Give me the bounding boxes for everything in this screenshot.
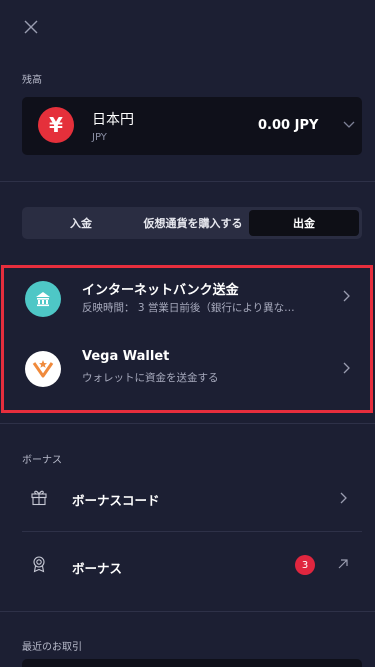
- method-internet-bank[interactable]: インターネットバンク送金 反映時間： 3 営業日前後（銀行により異な…: [4, 268, 370, 338]
- method-subtitle: ウォレットに資金を送金する: [82, 372, 219, 384]
- chevron-right-icon: [340, 492, 347, 504]
- yen-icon: ¥: [38, 107, 74, 143]
- tab-buy-crypto[interactable]: 仮想通貨を購入する: [137, 210, 249, 236]
- withdrawal-methods: インターネットバンク送金 反映時間： 3 営業日前後（銀行により異な… Vega…: [1, 265, 373, 413]
- chevron-right-icon: [343, 362, 350, 374]
- method-title: Vega Wallet: [82, 349, 170, 364]
- divider: [0, 423, 375, 424]
- bonus-code-label: ボーナスコード: [72, 493, 160, 508]
- recent-transactions-card: [22, 659, 362, 667]
- method-subtitle: 反映時間： 3 営業日前後（銀行により異な…: [82, 302, 295, 314]
- bonus-row[interactable]: ボーナス 3: [0, 540, 375, 590]
- method-title: インターネットバンク送金: [82, 283, 239, 298]
- balance-amount: 0.00 JPY: [258, 118, 319, 133]
- divider: [0, 181, 375, 182]
- close-button[interactable]: [20, 16, 42, 38]
- bonus-section-label: ボーナス: [22, 455, 62, 466]
- tab-withdraw[interactable]: 出金: [249, 210, 359, 236]
- divider: [0, 611, 375, 612]
- recent-section-label: 最近のお取引: [22, 642, 82, 653]
- currency-name: 日本円: [92, 112, 134, 128]
- external-arrow-icon: [338, 559, 348, 569]
- bonus-code-row[interactable]: ボーナスコード: [0, 472, 375, 522]
- vega-wallet-icon: [25, 351, 61, 387]
- award-icon: [33, 556, 45, 573]
- divider: [22, 531, 362, 532]
- balance-section-label: 残高: [22, 75, 42, 86]
- currency-code: JPY: [92, 132, 107, 143]
- close-icon: [24, 20, 38, 34]
- method-vega-wallet[interactable]: Vega Wallet ウォレットに資金を送金する: [4, 338, 370, 408]
- gift-icon: [31, 490, 47, 506]
- transaction-tabs: 入金 仮想通貨を購入する 出金: [22, 207, 362, 239]
- bonus-label: ボーナス: [72, 561, 123, 576]
- currency-selector[interactable]: ¥ 日本円 JPY 0.00 JPY: [22, 97, 362, 155]
- bonus-count-badge: 3: [295, 555, 315, 575]
- bank-icon: [25, 281, 61, 317]
- tab-deposit[interactable]: 入金: [25, 210, 137, 236]
- chevron-right-icon: [343, 290, 350, 302]
- chevron-down-icon: [343, 121, 355, 128]
